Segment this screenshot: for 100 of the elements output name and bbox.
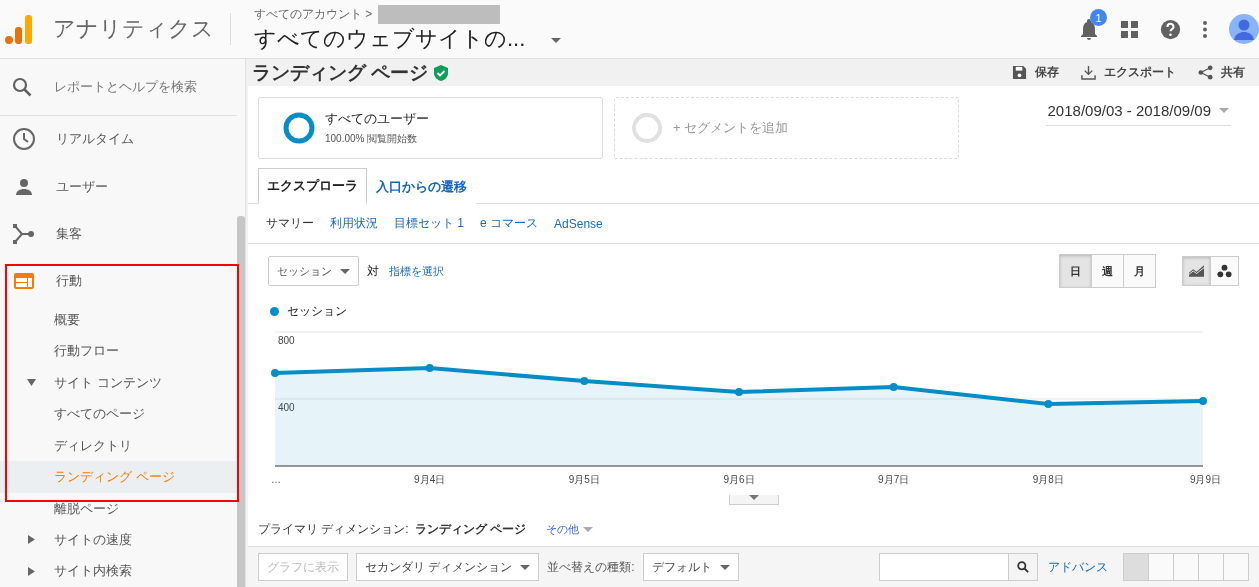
search-button[interactable] [1008,553,1038,581]
x-axis-label: 9月7日 [878,474,910,485]
search-field[interactable]: レポートとヘルプを検索 [52,78,222,96]
caret-icon [719,564,730,570]
nav-item[interactable]: 集客 [0,210,237,258]
caret-icon [748,495,759,500]
apps-button[interactable] [1121,20,1138,38]
advanced-link[interactable]: アドバンス [1046,558,1108,576]
y-axis-label: 800 [278,335,295,346]
ring-icon [631,112,663,144]
caret-icon [551,37,562,43]
subtab-link[interactable]: サマリー [266,215,314,232]
property-title[interactable]: すべてのウェブサイトの... [254,23,526,54]
primary-dimension-value: ランディング ページ [414,521,526,538]
scrollbar-thumb[interactable] [237,216,245,587]
triangle-icon [27,566,36,576]
data-point [580,377,589,386]
data-point [889,382,898,391]
download-icon [1081,65,1096,80]
subtab-link[interactable]: e コマース [480,215,539,232]
period-button[interactable]: 日 [1059,254,1092,288]
x-axis-label: 9月6日 [723,474,755,485]
notification-badge: 1 [1090,9,1107,26]
nav-item[interactable]: サイト内検索 [0,555,237,587]
help-icon [1160,18,1181,40]
report-title: ランディング ページ [252,60,429,85]
nav-item[interactable]: サイトの速度 [0,524,237,556]
toolbar-action[interactable]: 共有 [1198,64,1245,81]
x-axis-label: … [271,474,281,485]
view-toggle-button[interactable] [1123,553,1149,581]
caret-icon [583,527,593,532]
table-search-field[interactable] [879,553,1009,581]
breadcrumb-link[interactable]: すべてのアカウント > [254,5,373,23]
segment-card[interactable]: すべてのユーザー 100.00% 閲覧開始数 [258,97,603,159]
add-segment-label: + セグメントを追加 [673,119,789,137]
toolbar-action[interactable]: 保存 [1012,64,1059,81]
other-dimension-link[interactable]: その他 [544,522,593,537]
account-avatar[interactable] [1229,14,1259,44]
bubbles-icon [1217,263,1232,279]
primary-dimension-label: プライマリ ディメンション: [258,521,409,538]
view-toggle-button[interactable] [1148,553,1174,581]
shield-check-icon [434,64,449,81]
nav-item[interactable]: ユーザー [0,163,237,211]
more-vert-icon [1203,20,1207,38]
view-toggle-button[interactable] [1223,553,1249,581]
data-point [1044,400,1053,409]
nav-item[interactable]: ディレクトリ [0,430,237,462]
nav-item[interactable]: 離脱ページ [0,492,237,525]
search-icon [1017,561,1029,573]
search-icon [12,76,32,97]
subtab-link[interactable]: AdSense [554,216,603,231]
period-button[interactable]: 週 [1091,254,1124,288]
line-chart-icon [1189,264,1204,278]
caret-icon [520,564,531,570]
subtab-link[interactable]: 利用状況 [330,215,378,232]
help-button[interactable] [1160,18,1181,40]
metric-dropdown[interactable]: セッション [268,256,359,286]
caret-icon [1219,108,1229,113]
y-axis-label: 400 [278,402,295,413]
logo-icon [5,13,33,45]
view-toggle-button[interactable] [1173,553,1199,581]
segment-subtitle: 100.00% 閲覧開始数 [325,132,419,146]
x-axis-label: 9月4日 [414,474,446,485]
period-button[interactable]: 月 [1123,254,1156,288]
triangle-icon [27,378,36,388]
segment-name: すべてのユーザー [325,110,429,128]
motion-chart-button[interactable] [1210,256,1239,286]
x-axis-label: 9月5日 [568,474,600,485]
subtab-link[interactable]: 目標セット 1 [394,215,464,232]
data-point [735,387,743,396]
caret-icon [340,268,350,274]
app-name: アナリティクス [53,13,231,45]
data-point [1199,397,1207,405]
versus-label: 対 [367,262,379,280]
x-axis-label: 9月9日 [1189,474,1221,485]
nav-item[interactable]: 行動 [0,257,237,305]
sort-dropdown[interactable]: デフォルト [642,553,739,581]
nav-item[interactable]: すべてのページ [0,398,237,430]
data-point [271,369,279,378]
line-chart-button[interactable] [1182,256,1211,286]
secondary-dimension-dropdown[interactable]: セカンダリ ディメンション [356,553,540,581]
nav-item[interactable]: サイト コンテンツ [0,367,237,399]
notifications-button[interactable]: 1 [1079,9,1107,40]
nav-item[interactable]: 概要 [0,304,237,336]
legend-label: セッション [287,303,347,320]
more-button[interactable] [1203,20,1207,38]
tab[interactable]: エクスプローラ [258,168,367,204]
ring-icon [283,112,315,144]
select-metric-link[interactable]: 指標を選択 [387,263,444,279]
view-toggle-button[interactable] [1198,553,1224,581]
collapse-handle[interactable] [728,495,779,505]
data-point [425,364,434,372]
branch-icon [12,221,36,246]
toolbar-action[interactable]: エクスポート [1081,64,1176,81]
clock-icon [12,127,36,152]
nav-item[interactable]: 行動フロー [0,335,237,368]
nav-item[interactable]: リアルタイム [0,115,237,164]
date-range-picker[interactable]: 2018/09/03 - 2018/09/09 [1045,100,1231,126]
triangle-icon [27,535,36,545]
save-icon [1012,65,1027,80]
